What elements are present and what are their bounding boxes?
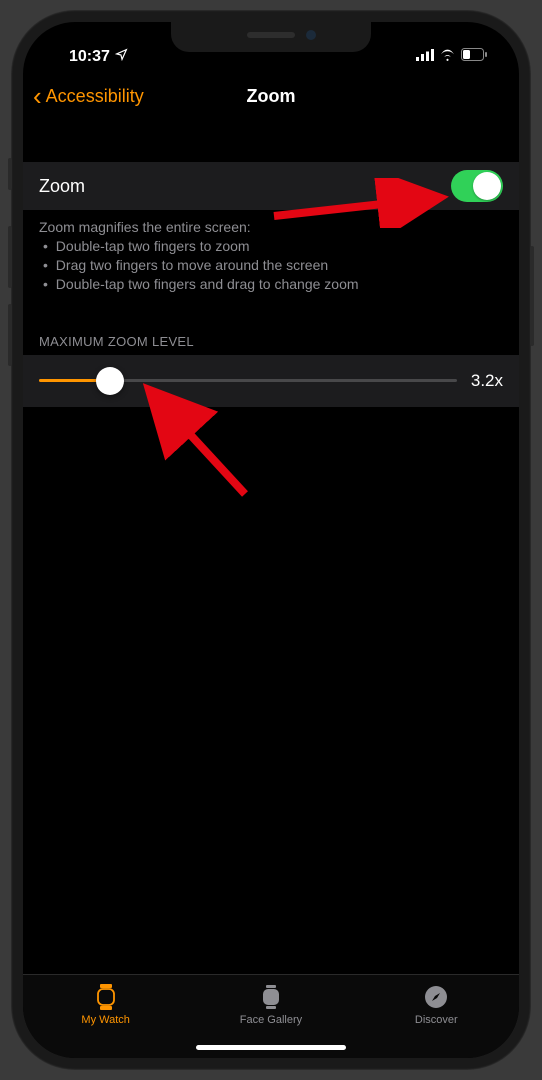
zoom-label: Zoom <box>39 176 85 197</box>
status-time: 10:37 <box>69 48 110 66</box>
compass-icon <box>424 983 448 1011</box>
volume-down-button <box>8 304 12 366</box>
zoom-description: Zoom magnifies the entire screen: Double… <box>23 210 519 294</box>
location-icon <box>115 48 128 66</box>
phone-frame: 10:37 <box>11 10 531 1070</box>
volume-up-button <box>8 226 12 288</box>
watch-icon <box>95 983 117 1011</box>
notch <box>171 22 371 52</box>
battery-icon <box>461 48 487 66</box>
tab-label: Face Gallery <box>240 1014 302 1026</box>
face-gallery-icon <box>260 983 282 1011</box>
zoom-toggle[interactable] <box>451 170 503 202</box>
zoom-setting-row: Zoom <box>23 162 519 210</box>
nav-bar: ‹ Accessibility Zoom <box>23 70 519 122</box>
power-button <box>530 246 534 346</box>
slider-value: 3.2x <box>471 371 503 391</box>
silence-switch <box>8 158 12 190</box>
cellular-icon <box>416 48 434 66</box>
speaker <box>247 32 295 38</box>
camera <box>306 30 316 40</box>
description-intro: Zoom magnifies the entire screen: <box>39 218 503 237</box>
slider-thumb <box>96 367 124 395</box>
tab-label: My Watch <box>81 1014 130 1026</box>
tab-discover[interactable]: Discover <box>354 983 519 1058</box>
tab-label: Discover <box>415 1014 458 1026</box>
zoom-slider[interactable] <box>39 367 457 395</box>
home-indicator[interactable] <box>196 1045 346 1050</box>
phone-screen: 10:37 <box>23 22 519 1058</box>
tab-my-watch[interactable]: My Watch <box>23 983 188 1058</box>
page-title: Zoom <box>247 86 296 107</box>
content-area: Zoom Zoom magnifies the entire screen: D… <box>23 122 519 974</box>
wifi-icon <box>439 48 456 66</box>
description-item: Double-tap two fingers to zoom <box>43 237 503 256</box>
description-item: Drag two fingers to move around the scre… <box>43 256 503 275</box>
zoom-slider-row: 3.2x <box>23 355 519 407</box>
description-item: Double-tap two fingers and drag to chang… <box>43 275 503 294</box>
max-zoom-header: MAXIMUM ZOOM LEVEL <box>23 294 519 355</box>
toggle-knob <box>473 172 501 200</box>
chevron-left-icon: ‹ <box>33 83 42 109</box>
back-label: Accessibility <box>46 86 144 107</box>
back-button[interactable]: ‹ Accessibility <box>33 83 144 109</box>
